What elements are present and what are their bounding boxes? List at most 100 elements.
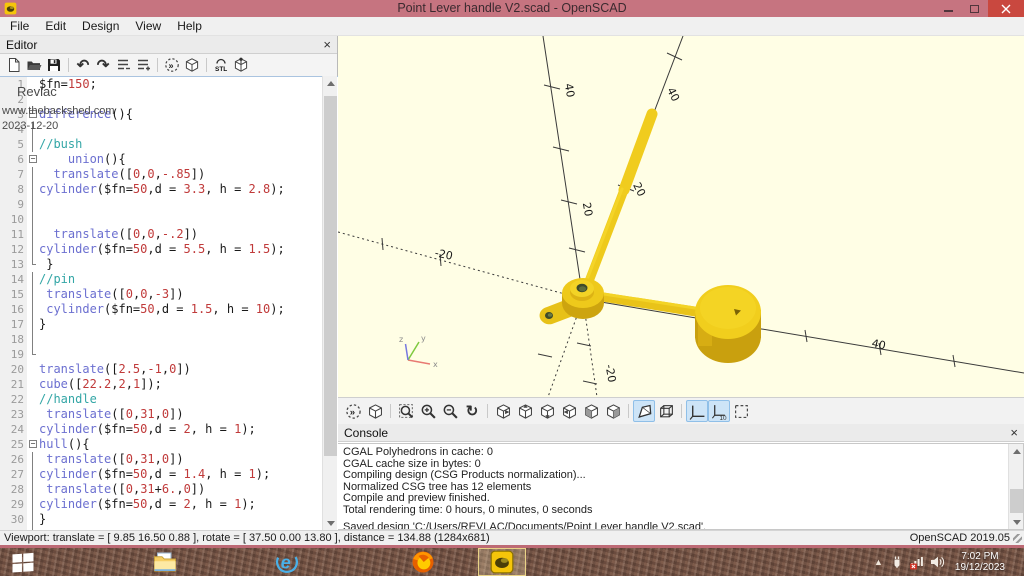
hidden-icons-arrow-icon[interactable]: ▲: [874, 557, 883, 567]
show-axes-icon[interactable]: [686, 400, 708, 422]
indent-icon[interactable]: [133, 56, 153, 75]
line-number: 13: [0, 257, 27, 272]
view-bottom-icon[interactable]: [536, 400, 558, 422]
code-editor[interactable]: 1$fn=150;23−difference(){45//bush6− unio…: [0, 76, 338, 530]
code-line: 2: [0, 92, 338, 107]
editor-close-icon[interactable]: ×: [323, 39, 331, 51]
minimize-button[interactable]: [936, 0, 960, 17]
line-number: 11: [0, 227, 27, 242]
taskbar-firefox-icon[interactable]: [408, 550, 438, 574]
zoom-out-icon[interactable]: [439, 400, 461, 422]
menu-file[interactable]: File: [2, 18, 37, 34]
fold-marker: [27, 272, 39, 287]
view-top-icon[interactable]: [514, 400, 536, 422]
resize-grip[interactable]: [1013, 534, 1022, 543]
code-line: 18: [0, 332, 338, 347]
line-number: 14: [0, 272, 27, 287]
code-text: translate([0,0,-.85]): [39, 167, 205, 182]
system-tray: ▲ 7:02 PM 19/12/2023: [872, 548, 1024, 576]
fold-marker[interactable]: −: [27, 437, 39, 452]
view-left-icon[interactable]: [558, 400, 580, 422]
code-line: 22//handle: [0, 392, 338, 407]
scroll-down-icon[interactable]: [323, 516, 338, 530]
code-line: 23 translate([0,31,0]): [0, 407, 338, 422]
view-perspective-icon[interactable]: [633, 400, 655, 422]
save-icon[interactable]: [44, 56, 64, 75]
fold-marker: [27, 182, 39, 197]
scroll-up-icon[interactable]: [323, 76, 338, 90]
clock-date: 19/12/2023: [955, 562, 1005, 573]
new-file-icon[interactable]: [4, 56, 24, 75]
unindent-icon[interactable]: [113, 56, 133, 75]
tick-label: 20: [580, 201, 595, 217]
fold-marker[interactable]: −: [27, 152, 39, 167]
console-scrollbar[interactable]: [1008, 444, 1023, 529]
code-line: 13 }: [0, 257, 338, 272]
preview-icon[interactable]: »: [342, 400, 364, 422]
menu-edit[interactable]: Edit: [37, 18, 74, 34]
zoom-in-icon[interactable]: [417, 400, 439, 422]
toolbar-separator: [386, 403, 395, 419]
line-number: 2: [0, 92, 27, 107]
console-scrollbar-thumb[interactable]: [1010, 489, 1023, 513]
line-number: 16: [0, 302, 27, 317]
fold-marker[interactable]: −: [27, 107, 39, 122]
open-file-icon[interactable]: [24, 56, 44, 75]
console-title: Console: [344, 426, 1010, 440]
network-icon[interactable]: [909, 554, 925, 570]
scroll-up-icon[interactable]: [1009, 444, 1024, 458]
code-text: translate([0,31,0]): [39, 452, 184, 467]
show-edges-icon[interactable]: [730, 400, 752, 422]
editor-scrollbar-thumb[interactable]: [324, 96, 337, 456]
tick-label: 20: [630, 180, 648, 198]
clock-time: 7:02 PM: [955, 551, 1005, 562]
redo-icon[interactable]: ↷: [93, 56, 113, 75]
code-line: 1$fn=150;: [0, 77, 338, 92]
power-icon[interactable]: [889, 554, 905, 570]
lever-model: [540, 114, 761, 363]
taskbar-file-explorer-icon[interactable]: [150, 550, 180, 574]
editor-header: Editor ×: [0, 36, 337, 54]
render-icon[interactable]: [182, 56, 202, 75]
view-right-icon[interactable]: [492, 400, 514, 422]
reset-view-icon[interactable]: ↻: [461, 400, 483, 422]
view-orthogonal-icon[interactable]: [655, 400, 677, 422]
menu-help[interactable]: Help: [169, 18, 210, 34]
code-text: translate([0,31,0]): [39, 407, 184, 422]
show-scale-markers-icon[interactable]: 10: [708, 400, 730, 422]
taskbar-clock[interactable]: 7:02 PM 19/12/2023: [955, 551, 1005, 573]
code-line: 9: [0, 197, 338, 212]
preview-icon[interactable]: »: [162, 56, 182, 75]
menu-design[interactable]: Design: [74, 18, 127, 34]
taskbar-start-icon[interactable]: [8, 550, 38, 574]
export-image-icon[interactable]: [231, 56, 251, 75]
view-back-icon[interactable]: [602, 400, 624, 422]
fold-marker: [27, 257, 39, 272]
taskbar-internet-explorer-icon[interactable]: e: [272, 550, 302, 574]
console-panel: Console × CGAL Polyhedrons in cache: 0CG…: [338, 424, 1024, 530]
undo-icon[interactable]: ↶: [73, 56, 93, 75]
console-output: CGAL Polyhedrons in cache: 0CGAL cache s…: [338, 443, 1024, 530]
maximize-button[interactable]: [962, 0, 986, 17]
3d-scene: 40204020-2040-20: [338, 36, 1024, 397]
code-text: cylinder($fn=50,d = 1.5, h = 10);: [39, 302, 285, 317]
3d-viewport[interactable]: 40204020-2040-20: [338, 36, 1024, 397]
line-number: 7: [0, 167, 27, 182]
editor-scrollbar[interactable]: [322, 76, 337, 530]
tick-label: 40: [664, 85, 682, 103]
volume-icon[interactable]: [929, 554, 945, 570]
close-button[interactable]: [988, 0, 1024, 17]
menu-view[interactable]: View: [127, 18, 169, 34]
console-close-icon[interactable]: ×: [1010, 427, 1018, 439]
version-text: OpenSCAD 2019.05: [910, 532, 1024, 544]
zoom-all-icon[interactable]: [395, 400, 417, 422]
taskbar-openscad-active[interactable]: [478, 548, 526, 576]
view-front-icon[interactable]: [580, 400, 602, 422]
code-text: cube([22.2,2,1]);: [39, 377, 162, 392]
scroll-down-icon[interactable]: [1009, 515, 1024, 529]
line-number: 26: [0, 452, 27, 467]
code-line: 5//bush: [0, 137, 338, 152]
export-stl-icon[interactable]: STL: [211, 56, 231, 75]
render-icon[interactable]: [364, 400, 386, 422]
fold-marker: [27, 482, 39, 497]
